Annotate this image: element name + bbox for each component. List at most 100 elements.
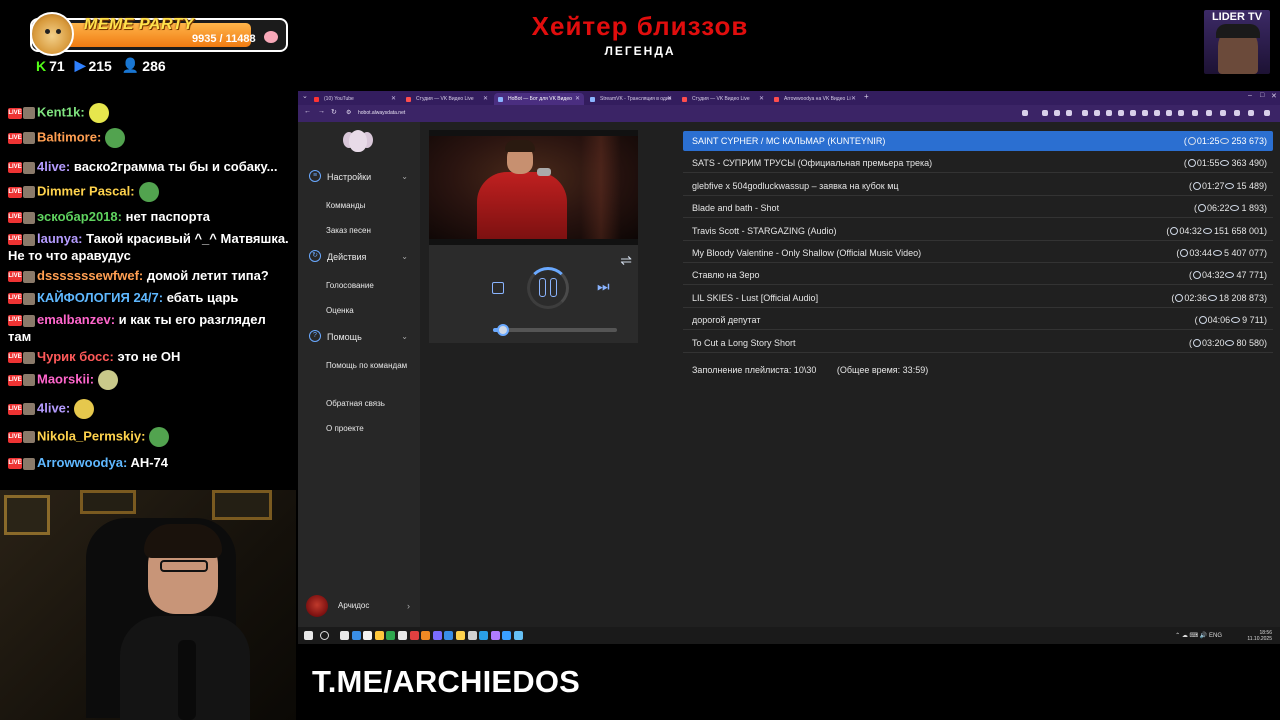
close-icon[interactable]: ✕ [575,93,580,105]
playlist-row[interactable]: LIL SKIES - Lust [Official Audio](02:36 1… [683,288,1273,308]
close-window-icon[interactable]: ✕ [1271,92,1277,100]
close-icon[interactable]: ✕ [483,93,488,105]
taskbar-app-icon[interactable] [409,631,419,640]
extension-icon[interactable] [1192,110,1198,116]
taskbar-app-icon[interactable] [479,631,489,640]
url-field[interactable]: hobot.alwaysdata.net [358,110,405,116]
extension-icon[interactable] [1154,110,1160,116]
chat-nick[interactable]: dsssssssewfwef: [37,268,143,283]
taskbar-app-icon[interactable] [456,631,465,640]
playlist-row[interactable]: glebfive x 504godluckwassup – заявка на … [683,176,1273,196]
chat-nick[interactable]: Baltimore: [37,129,101,144]
extension-icon[interactable] [1022,110,1028,116]
playlist-row[interactable]: Travis Scott - STARGAZING (Audio)(04:32 1… [683,221,1273,241]
sidebar-item-voting[interactable]: Голосование [326,279,416,292]
chat-nick[interactable]: Kent1k: [37,104,85,119]
extension-icon[interactable] [1066,110,1072,116]
start-icon[interactable] [304,631,313,640]
chat-nick[interactable]: Dimmer Pascal: [37,183,135,198]
tray-icons[interactable]: ⌃ ☁ ⌨ 🔊 ENG [1175,632,1222,639]
lang-indicator[interactable]: ENG [1209,633,1222,639]
chat-nick[interactable]: Arrowwoodya: [37,455,127,470]
close-icon[interactable]: ✕ [851,93,856,105]
browser-tab[interactable]: StreamVK - Трансляция в один ✕ [586,93,676,105]
extension-icon[interactable] [1142,110,1148,116]
next-track-icon[interactable]: ⏭ [597,278,610,295]
taskbar-app-icon[interactable] [467,631,477,640]
extension-icon[interactable] [1118,110,1124,116]
clock[interactable]: 18:56 11.10.2025 [1247,630,1272,642]
sidebar-item-commands[interactable]: Комманды [326,199,416,212]
site-info-icon[interactable]: ⚙ [346,109,351,116]
chat-nick[interactable]: launya: [37,231,83,246]
new-tab-icon[interactable]: + [864,92,869,101]
playlist-row[interactable]: дорогой депутат(04:06 9 711) [683,310,1273,331]
seek-slider[interactable] [493,324,617,336]
extension-icon[interactable] [1042,110,1048,116]
playlist-row[interactable]: Ставлю на Зеро(04:32 47 771) [683,265,1273,286]
seek-handle[interactable] [496,324,509,336]
search-icon[interactable] [320,631,329,640]
extension-icon[interactable] [1106,110,1112,116]
taskbar-app-icon[interactable] [340,631,349,640]
taskbar-app-icon[interactable] [502,631,512,640]
sidebar-group-settings[interactable]: ≡ Настройки ⌄ [306,167,414,187]
minimize-icon[interactable]: – [1248,92,1252,99]
taskbar-app-icon[interactable] [398,631,407,640]
back-icon[interactable]: ← [304,108,311,115]
extension-icon[interactable] [1206,110,1212,116]
taskbar-app-icon[interactable] [514,631,523,640]
sidebar-item-rating[interactable]: Оценка [326,304,416,317]
browser-tab[interactable]: (10) YouTube ✕ [310,93,400,105]
taskbar-app-icon[interactable] [444,631,454,640]
close-icon[interactable]: ✕ [759,93,764,105]
chat-nick[interactable]: Чурик босс: [37,349,114,364]
playlist-row[interactable]: My Bloody Valentine - Only Shallow (Offi… [683,243,1273,263]
browser-tab[interactable]: Arrowwoodya на VK Видео Li ✕ [770,93,860,105]
browser-tab[interactable]: Студия — VK Видео Live ✕ [402,93,492,105]
chat-nick[interactable]: эскобар2018: [37,209,122,224]
taskbar-app-icon[interactable] [386,631,396,640]
taskbar-app-icon[interactable] [490,631,500,640]
taskbar-app-icon[interactable] [351,631,361,640]
extension-icon[interactable] [1166,110,1172,116]
taskbar-app-icon[interactable] [363,631,373,640]
playlist-row[interactable]: SAINT CYPHER / MC КАЛЬМАР (KUNTEYNIR)(01… [683,131,1273,151]
extension-icon[interactable] [1248,110,1254,116]
sidebar-item-about[interactable]: О проекте [326,422,416,435]
elephant-logo-icon[interactable] [343,128,373,156]
playlist-row[interactable]: SATS - СУПРИМ ТРУСЫ (Официальная премьер… [683,153,1273,174]
sidebar-item-song-requests[interactable]: Заказ песен [326,224,416,237]
browser-tab[interactable]: Студия — VK Видео Live ✕ [678,93,768,105]
chat-nick[interactable]: Nikola_Permskiy: [37,428,145,443]
playlist-row[interactable]: Blade and bath - Shot(06:22 1 893) [683,198,1273,219]
pause-button[interactable] [527,267,569,309]
taskbar-app-icon[interactable] [432,631,442,640]
stop-button[interactable] [492,282,504,294]
extension-icon[interactable] [1082,110,1088,116]
shuffle-icon[interactable]: ⇌ [620,252,632,269]
taskbar-app-icon[interactable] [421,631,431,640]
extension-icon[interactable] [1220,110,1226,116]
chat-nick[interactable]: emalbanzev: [37,312,115,327]
user-menu[interactable]: Арчидос › [306,594,414,618]
chat-nick[interactable]: Maorskii: [37,371,94,386]
chat-nick[interactable]: 4live: [37,400,70,415]
taskbar-app-icon[interactable] [374,631,384,640]
playlist-row[interactable]: To Cut a Long Story Short(03:20 80 580) [683,333,1273,353]
browser-tab[interactable]: HoBot — Бот для VK Видео ✕ [494,93,584,105]
close-icon[interactable]: ✕ [667,93,672,105]
extension-icon[interactable] [1094,110,1100,116]
sidebar-item-command-help[interactable]: Помощь по командам [326,359,416,372]
chat-nick[interactable]: КАЙФОЛОГИЯ 24/7: [37,290,163,305]
video-preview[interactable] [429,130,638,245]
close-icon[interactable]: ✕ [391,93,396,105]
sidebar-group-help[interactable]: ? Помощь ⌄ [306,327,414,347]
sidebar-item-feedback[interactable]: Обратная связь [326,397,416,410]
tab-menu-icon[interactable]: ⌄ [302,92,308,100]
extension-icon[interactable] [1264,110,1270,116]
extension-icon[interactable] [1234,110,1240,116]
chat-nick[interactable]: 4live: [37,159,70,174]
maximize-icon[interactable]: □ [1260,92,1264,99]
sidebar-group-actions[interactable]: ↻ Действия ⌄ [306,247,414,267]
